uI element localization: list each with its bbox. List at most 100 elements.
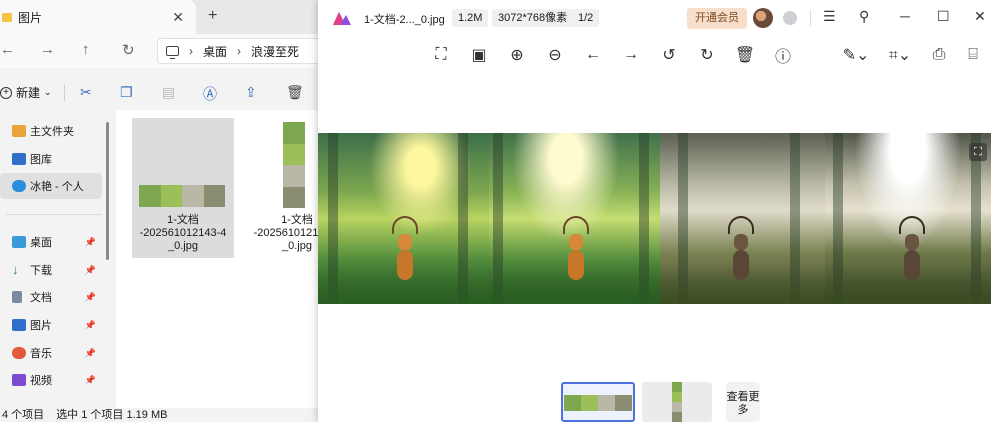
rotate-right-icon[interactable]: ↻ [696,44,718,66]
delete-icon[interactable]: 🗑 [734,44,756,66]
rotate-left-icon[interactable]: ↺ [658,44,680,66]
navigation-pane: 主文件夹 图库 冰艳 - 个人 桌面 📌 ↓ 下载 📌 文档 📌 图片 📌 音乐… [0,114,110,412]
sidebar-item-downloads[interactable]: ↓ 下载 📌 [0,257,102,283]
sidebar-item-label: 图片 [30,320,52,332]
sidebar-item-label: 音乐 [30,348,52,360]
breadcrumb-desktop[interactable]: 桌面 [203,43,227,60]
fullscreen-icon[interactable]: ⛶ [430,44,452,66]
chevron-right-icon: › [189,44,193,58]
sidebar-item-pictures[interactable]: 图片 📌 [0,312,102,338]
sidebar-item-label: 冰艳 - 个人 [30,181,84,193]
avatar[interactable] [753,8,773,28]
close-tab-icon[interactable]: ✕ [172,9,184,26]
file-thumbnail [283,122,305,208]
previous-icon[interactable]: ← [582,44,604,66]
copy-icon[interactable]: ❐ [120,84,133,101]
main-image[interactable]: ⛶ [318,133,991,304]
save-icon[interactable]: ⌸ [962,44,984,66]
info-icon[interactable]: ⓘ [772,44,794,66]
zoom-in-icon[interactable]: ⊕ [506,44,528,66]
image-panel-4: ⛶ [825,133,991,304]
item-count: 4 个项目 [2,409,45,421]
gallery-icon [12,153,26,165]
vip-button[interactable]: 开通会员 [687,8,747,29]
address-bar[interactable]: › 桌面 › 浪漫至死 [157,38,327,64]
explorer-tab[interactable]: 图片 ✕ [0,0,196,34]
sidebar-item-onedrive[interactable]: 冰艳 - 个人 [0,173,102,199]
rename-icon[interactable]: Ⓐ [203,84,217,104]
zoom-out-icon[interactable]: ⊖ [544,44,566,66]
title-separator [810,10,811,26]
file-name: 1-文档-2..._0.jpg [364,14,445,26]
video-icon [12,374,26,386]
document-icon [12,291,22,303]
thumbnail[interactable] [642,382,712,422]
member-badge-icon[interactable] [783,11,797,25]
cut-icon[interactable]: ✂ [80,84,92,101]
paste-icon[interactable]: ▤ [162,84,175,101]
actual-size-icon[interactable]: ▣ [468,44,490,66]
dimensions-badge: 3072*768像素 [492,9,574,27]
pin-window-icon[interactable]: ⚲ [859,8,869,25]
file-item[interactable]: 1-文档 -202561012143-4 _0.jpg [132,118,234,258]
maximize-icon[interactable]: ☐ [937,8,950,25]
next-icon[interactable]: → [620,44,642,66]
forward-arrow-icon[interactable]: → [40,41,55,58]
deer-figure [895,214,929,294]
sidebar-item-gallery[interactable]: 图库 [0,146,102,172]
refresh-icon[interactable]: ↻ [122,41,135,59]
explorer-tab-bar: 图片 ✕ + [0,0,320,34]
pin-icon[interactable]: 📌 [85,348,96,359]
pin-icon[interactable]: 📌 [85,320,96,331]
status-bar: 4 个项目 选中 1 个项目 1.19 MB [0,408,320,422]
delete-icon[interactable]: 🗑 [286,84,304,101]
print-icon[interactable]: ⎙ [928,44,950,66]
new-button[interactable]: + 新建 ⌄ [0,84,52,101]
share-icon[interactable]: ⇪ [245,84,257,101]
viewer-title-bar: 1-文档-2..._0.jpg 1.2M 3072*768像素 1/2 开通会员… [318,0,991,36]
image-panel-1 [318,133,489,304]
minimize-icon[interactable]: ─ [900,8,910,24]
file-size-badge: 1.2M [452,9,489,27]
sidebar-item-home[interactable]: 主文件夹 [0,118,102,144]
scan-text-icon[interactable]: ⛶ [969,143,987,161]
image-panel-2 [489,133,660,304]
sidebar-item-music[interactable]: 音乐 📌 [0,340,102,366]
chevron-down-icon: ⌄ [44,87,52,97]
desktop-icon [12,236,26,248]
file-name: 1-文档 -202561012143-4 _0.jpg [139,214,227,252]
close-window-icon[interactable]: ✕ [974,8,986,25]
thumbnail-selected[interactable] [561,382,635,422]
pin-icon[interactable]: 📌 [85,375,96,386]
file-list-pane: 1-文档 -202561012143-4 _0.jpg 1-文档 -202561… [116,110,340,408]
pin-icon[interactable]: 📌 [85,237,96,248]
viewer-toolbar: ⛶ ▣ ⊕ ⊖ ← → ↺ ↻ 🗑 ⓘ ✎⌄ ⌗⌄ ⎙ ⌸ [318,40,991,70]
edit-image-icon[interactable]: ✎⌄ [842,44,870,66]
home-icon [12,125,26,137]
selection-info: 选中 1 个项目 1.19 MB [56,409,168,421]
app-logo-icon [333,12,351,25]
new-button-label: 新建 [16,86,41,100]
pin-icon[interactable]: 📌 [85,292,96,303]
back-arrow-icon[interactable]: ← [0,41,15,58]
command-bar: + 新建 ⌄ ✂ ❐ ▤ Ⓐ ⇪ 🗑 [0,76,320,110]
screen: 图片 ✕ + ← → ↑ ↻ › 桌面 › 浪漫至死 + 新建 ⌄ ✂ ❐ ▤ … [0,0,991,422]
computer-icon [166,46,179,59]
sidebar-item-videos[interactable]: 视频 📌 [0,367,102,393]
command-separator [64,85,65,101]
up-arrow-icon[interactable]: ↑ [82,41,90,58]
sidebar-item-documents[interactable]: 文档 📌 [0,284,102,310]
thumbnail-strip: 查看更多 [318,378,991,422]
breadcrumb-folder[interactable]: 浪漫至死 [251,43,299,60]
pin-icon[interactable]: 📌 [85,265,96,276]
deer-figure [559,214,593,294]
sidebar-scrollbar[interactable] [106,122,109,260]
new-tab-icon[interactable]: + [208,7,217,25]
cloud-icon [12,180,26,192]
sidebar-item-desktop[interactable]: 桌面 📌 [0,229,102,255]
page-indicator: 1/2 [572,9,600,27]
sidebar-item-label: 主文件夹 [30,126,74,138]
menu-icon[interactable]: ☰ [823,8,836,25]
view-more-button[interactable]: 查看更多 [726,382,760,422]
crop-icon[interactable]: ⌗⌄ [886,44,914,66]
